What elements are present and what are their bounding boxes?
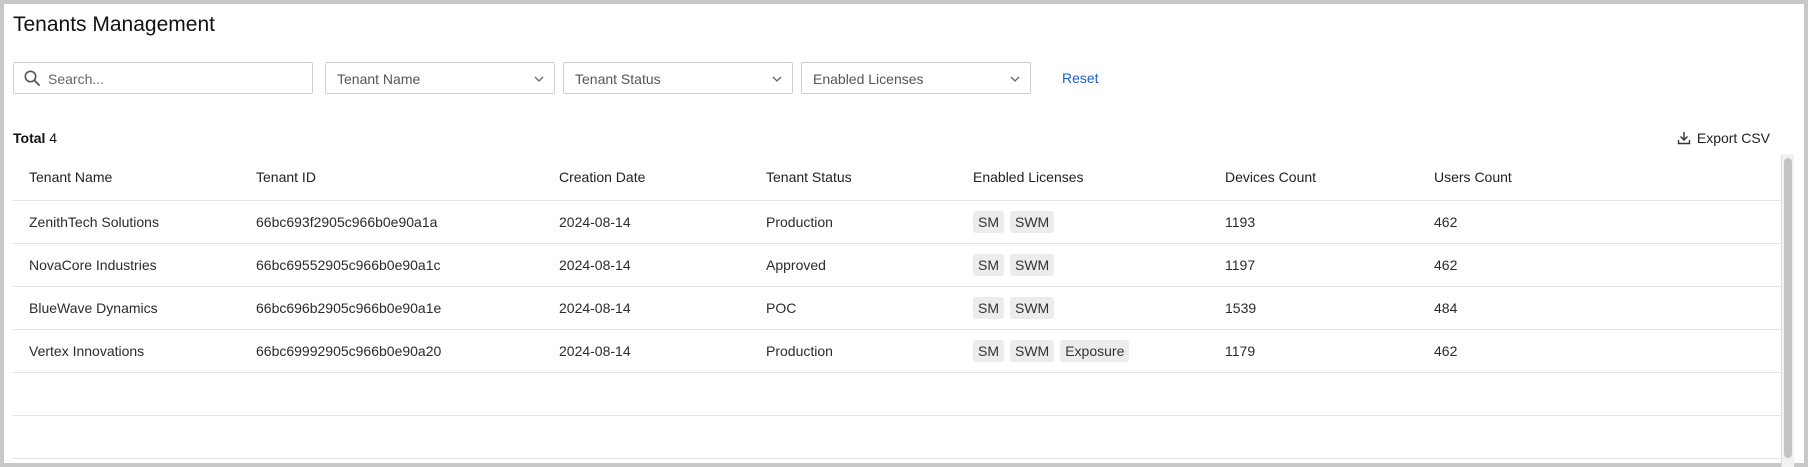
users-count-cell: 462 bbox=[1418, 329, 1783, 373]
search-input[interactable] bbox=[46, 63, 308, 95]
license-tag: SM bbox=[973, 340, 1004, 362]
license-tag: SWM bbox=[1010, 254, 1055, 276]
licenses-cell: SM SWM Exposure bbox=[957, 329, 1209, 373]
licenses-cell: SM SWM bbox=[957, 286, 1209, 330]
enabled-licenses-select-label: Enabled Licenses bbox=[813, 71, 924, 87]
licenses-cell: SM SWM bbox=[957, 243, 1209, 287]
license-tag: SM bbox=[973, 254, 1004, 276]
tenant-id-cell: 66bc693f2905c966b0e90a1a bbox=[240, 200, 543, 244]
search-field[interactable] bbox=[13, 62, 313, 95]
license-tag: SWM bbox=[1010, 340, 1055, 362]
tenant-name-cell: ZenithTech Solutions bbox=[13, 200, 240, 244]
table-row[interactable]: Vertex Innovations 66bc69992905c966b0e90… bbox=[13, 329, 1783, 373]
creation-date-cell: 2024-08-14 bbox=[543, 200, 750, 244]
chevron-down-icon bbox=[1010, 76, 1020, 82]
tenant-status-cell: POC bbox=[750, 286, 957, 330]
users-count-cell: 484 bbox=[1418, 286, 1783, 330]
devices-count-cell: 1193 bbox=[1209, 200, 1418, 244]
chevron-down-icon bbox=[534, 76, 544, 82]
scrollbar-thumb[interactable] bbox=[1784, 158, 1792, 458]
tenants-table: Tenant Name Tenant ID Creation Date Tena… bbox=[13, 154, 1783, 467]
tenant-id-cell: 66bc69992905c966b0e90a20 bbox=[240, 329, 543, 373]
license-tag: SM bbox=[973, 297, 1004, 319]
export-csv-button[interactable]: Export CSV bbox=[1677, 130, 1770, 146]
licenses-cell: SM SWM bbox=[957, 200, 1209, 244]
search-icon bbox=[24, 70, 40, 86]
column-header-tenant-status[interactable]: Tenant Status bbox=[750, 154, 957, 201]
table-scrollbar[interactable] bbox=[1781, 154, 1794, 467]
tenant-name-cell: Vertex Innovations bbox=[13, 329, 240, 373]
enabled-licenses-select[interactable]: Enabled Licenses bbox=[801, 62, 1031, 94]
empty-row bbox=[13, 372, 1783, 416]
page-title: Tenants Management bbox=[13, 13, 215, 36]
tenant-id-cell: 66bc69552905c966b0e90a1c bbox=[240, 243, 543, 287]
download-icon bbox=[1677, 132, 1691, 145]
creation-date-cell: 2024-08-14 bbox=[543, 329, 750, 373]
tenant-id-cell: 66bc696b2905c966b0e90a1e bbox=[240, 286, 543, 330]
empty-row bbox=[13, 415, 1783, 459]
table-header-row: Tenant Name Tenant ID Creation Date Tena… bbox=[13, 154, 1783, 201]
column-header-tenant-id[interactable]: Tenant ID bbox=[240, 154, 543, 201]
devices-count-cell: 1197 bbox=[1209, 243, 1418, 287]
tenant-status-cell: Approved bbox=[750, 243, 957, 287]
table-row[interactable]: NovaCore Industries 66bc69552905c966b0e9… bbox=[13, 243, 1783, 287]
tenant-name-cell: BlueWave Dynamics bbox=[13, 286, 240, 330]
table-row[interactable]: BlueWave Dynamics 66bc696b2905c966b0e90a… bbox=[13, 286, 1783, 330]
license-tag: SWM bbox=[1010, 297, 1055, 319]
tenant-status-cell: Production bbox=[750, 329, 957, 373]
devices-count-cell: 1179 bbox=[1209, 329, 1418, 373]
tenant-status-cell: Production bbox=[750, 200, 957, 244]
users-count-cell: 462 bbox=[1418, 200, 1783, 244]
chevron-down-icon bbox=[772, 76, 782, 82]
tenant-name-cell: NovaCore Industries bbox=[13, 243, 240, 287]
devices-count-cell: 1539 bbox=[1209, 286, 1418, 330]
tenant-name-select[interactable]: Tenant Name bbox=[325, 62, 555, 94]
users-count-cell: 462 bbox=[1418, 243, 1783, 287]
column-header-tenant-name[interactable]: Tenant Name bbox=[13, 154, 240, 201]
column-header-creation-date[interactable]: Creation Date bbox=[543, 154, 750, 201]
column-header-enabled-licenses[interactable]: Enabled Licenses bbox=[957, 154, 1209, 201]
reset-button[interactable]: Reset bbox=[1062, 70, 1099, 86]
license-tag: SWM bbox=[1010, 211, 1055, 233]
tenant-name-select-label: Tenant Name bbox=[337, 71, 421, 87]
total-count: Total 4 bbox=[13, 130, 57, 146]
column-header-users-count[interactable]: Users Count bbox=[1418, 154, 1783, 201]
export-csv-label: Export CSV bbox=[1696, 130, 1770, 146]
license-tag: SM bbox=[973, 211, 1004, 233]
table-row[interactable]: ZenithTech Solutions 66bc693f2905c966b0e… bbox=[13, 200, 1783, 244]
tenant-status-select-label: Tenant Status bbox=[575, 71, 661, 87]
license-tag: Exposure bbox=[1060, 340, 1130, 362]
total-label: Total bbox=[13, 130, 46, 146]
tenant-status-select[interactable]: Tenant Status bbox=[563, 62, 793, 94]
total-value: 4 bbox=[49, 130, 58, 146]
creation-date-cell: 2024-08-14 bbox=[543, 243, 750, 287]
column-header-devices-count[interactable]: Devices Count bbox=[1209, 154, 1418, 201]
creation-date-cell: 2024-08-14 bbox=[543, 286, 750, 330]
